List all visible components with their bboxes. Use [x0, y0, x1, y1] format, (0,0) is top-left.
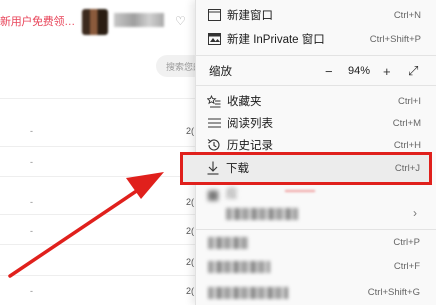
menu-item-shortcut: Ctrl+P: [393, 237, 420, 248]
obscured-menu-section: ▦ 应 › Ctrl+P Ctrl+F Ctrl+Shift+G: [195, 185, 436, 305]
menu-item-reading-list[interactable]: 阅读列表 Ctrl+M: [196, 111, 436, 135]
favorites-icon: [207, 94, 221, 108]
menu-item-new-inprivate-window[interactable]: 新建 InPrivate 窗口 Ctrl+Shift+P: [196, 27, 436, 51]
apps-icon: ▦: [206, 186, 220, 202]
new-window-icon: [207, 8, 221, 22]
menu-item-shortcut: Ctrl+Shift+G: [367, 287, 420, 298]
table-cell: 2(: [186, 197, 195, 207]
menu-item-label: 新建窗口: [227, 10, 273, 22]
menu-item-shortcut: Ctrl+I: [398, 95, 421, 107]
menu-item-label: 收藏夹: [227, 96, 262, 108]
table-cell: 2(: [186, 257, 195, 267]
obscured-menu-item[interactable]: [208, 237, 248, 249]
menu-separator: [195, 229, 436, 230]
obscured-menu-item[interactable]: [208, 287, 288, 299]
menu-item-new-window[interactable]: 新建窗口 Ctrl+N: [196, 3, 436, 27]
menu-separator: [196, 55, 436, 56]
zoom-row: 缩放 − 94% + ⤢: [196, 59, 436, 83]
fullscreen-icon[interactable]: ⤢: [408, 63, 418, 79]
avatar[interactable]: [82, 9, 108, 35]
menu-item-shortcut: Ctrl+F: [393, 261, 420, 272]
table-cell: -: [30, 286, 33, 296]
heart-icon[interactable]: ♡: [175, 14, 186, 28]
obscured-mark: [285, 190, 315, 192]
table-cell: 2(: [186, 286, 195, 296]
table-cell: 2(: [186, 226, 195, 236]
inprivate-icon: [207, 32, 221, 46]
zoom-value: 94%: [348, 65, 371, 77]
user-name-obscured: [114, 13, 164, 27]
menu-item-favorites[interactable]: 收藏夹 Ctrl+I: [196, 89, 436, 113]
menu-separator: [196, 85, 436, 86]
table-cell: -: [30, 157, 33, 167]
menu-item-shortcut: Ctrl+N: [393, 9, 421, 21]
divider: [0, 275, 200, 276]
menu-item-label: 历史记录: [227, 140, 273, 152]
page-top-bar: 新用户免费领… ♡: [0, 0, 200, 44]
divider: [0, 176, 200, 177]
reading-list-icon: [207, 116, 221, 130]
divider: [0, 214, 200, 215]
table-cell: -: [30, 197, 33, 207]
obscured-menu-item[interactable]: [226, 208, 298, 220]
zoom-out-button[interactable]: −: [325, 64, 333, 79]
table-cell: -: [30, 226, 33, 236]
table-cell: -: [30, 257, 33, 267]
promo-text[interactable]: 新用户免费领…: [0, 13, 75, 29]
menu-item-shortcut: Ctrl+H: [393, 139, 421, 151]
menu-item-shortcut: Ctrl+Shift+P: [369, 33, 421, 45]
divider: [0, 98, 200, 99]
menu-item-label: 阅读列表: [227, 118, 273, 130]
history-icon: [207, 138, 221, 152]
divider: [0, 244, 200, 245]
chevron-right-icon: ›: [413, 206, 417, 220]
table-cell: -: [30, 126, 33, 136]
divider: [0, 146, 200, 147]
zoom-label: 缩放: [209, 66, 232, 78]
menu-item-shortcut: Ctrl+M: [392, 117, 421, 129]
table-cell: 2(: [186, 126, 195, 136]
obscured-menu-item[interactable]: [208, 261, 270, 273]
download-highlight-frame: [180, 152, 432, 185]
menu-item-label: 新建 InPrivate 窗口: [227, 34, 325, 46]
zoom-in-button[interactable]: +: [383, 64, 391, 79]
menu-item-label-partial: 应: [226, 188, 238, 200]
